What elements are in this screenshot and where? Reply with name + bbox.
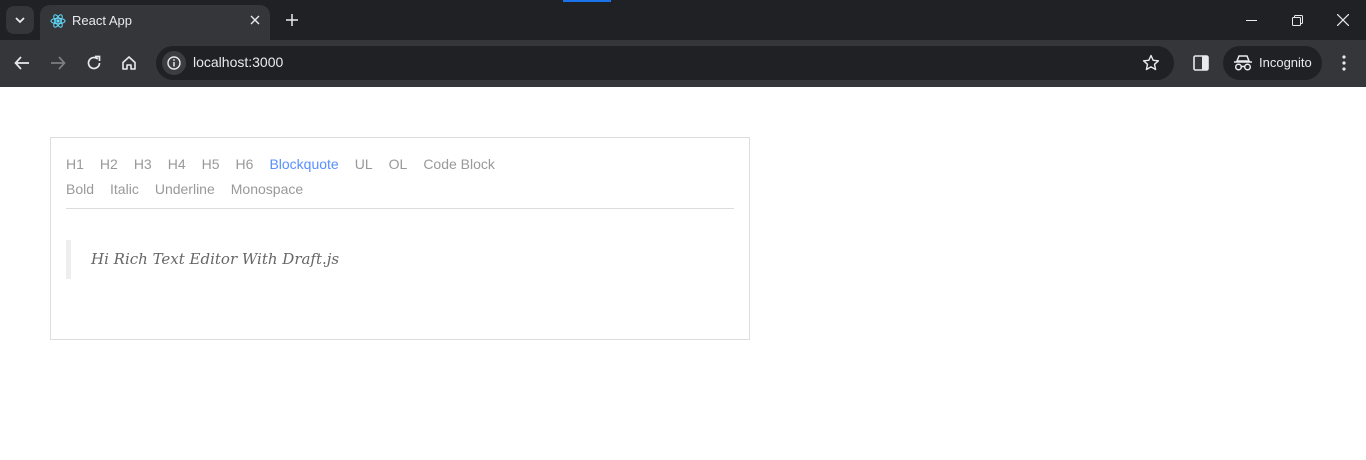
more-vert-icon	[1342, 55, 1346, 71]
reload-icon	[87, 55, 101, 70]
incognito-icon	[1234, 55, 1252, 71]
home-icon	[122, 56, 136, 70]
style-h1-button[interactable]: H1	[66, 156, 84, 172]
tab-search-button[interactable]	[6, 6, 34, 34]
minimize-button[interactable]	[1241, 10, 1261, 30]
react-favicon-icon	[50, 14, 66, 28]
browser-toolbar: localhost:3000 Incognito	[0, 40, 1366, 87]
style-blockquote-button[interactable]: Blockquote	[269, 156, 338, 172]
plus-icon	[286, 14, 298, 26]
style-code-block-button[interactable]: Code Block	[423, 156, 495, 172]
style-h5-button[interactable]: H5	[202, 156, 220, 172]
style-ol-button[interactable]: OL	[389, 156, 408, 172]
new-tab-button[interactable]	[281, 9, 303, 31]
rich-text-editor: H1 H2 H3 H4 H5 H6 Blockquote UL OL Code Block Bol…	[50, 137, 750, 340]
home-button[interactable]	[118, 52, 140, 74]
tab-strip: React App	[0, 0, 1366, 40]
editor-content-area[interactable]: Hi Rich Text Editor With Draft.js	[66, 240, 734, 279]
back-button[interactable]	[11, 52, 33, 74]
incognito-label: Incognito	[1259, 55, 1312, 70]
back-icon	[14, 56, 29, 70]
style-monospace-button[interactable]: Monospace	[231, 181, 303, 197]
forward-icon	[51, 56, 66, 70]
tab-title: React App	[72, 13, 132, 28]
browser-tab[interactable]: React App	[40, 5, 270, 40]
star-icon[interactable]	[1142, 54, 1160, 72]
inline-style-controls: Bold Italic Underline Monospace	[66, 181, 319, 197]
style-underline-button[interactable]: Underline	[155, 181, 215, 197]
style-h2-button[interactable]: H2	[100, 156, 118, 172]
block-style-controls: H1 H2 H3 H4 H5 H6 Blockquote UL OL Code Block	[66, 156, 511, 172]
controls-divider	[66, 208, 734, 209]
style-h6-button[interactable]: H6	[236, 156, 254, 172]
url-text: localhost:3000	[193, 54, 284, 70]
restore-icon	[1291, 14, 1303, 26]
blockquote-block[interactable]: Hi Rich Text Editor With Draft.js	[66, 240, 734, 279]
incognito-profile-button[interactable]: Incognito	[1223, 46, 1322, 80]
reload-button[interactable]	[83, 52, 105, 74]
site-info-icon	[167, 56, 181, 70]
tab-close-button[interactable]	[246, 11, 264, 29]
style-ul-button[interactable]: UL	[355, 156, 373, 172]
address-bar[interactable]: localhost:3000	[156, 46, 1174, 80]
style-h3-button[interactable]: H3	[134, 156, 152, 172]
close-icon	[250, 15, 260, 25]
forward-button[interactable]	[47, 52, 69, 74]
site-info-button[interactable]	[162, 51, 186, 75]
close-window-icon	[1337, 14, 1349, 26]
restore-button[interactable]	[1287, 10, 1307, 30]
tab-search-icon	[15, 17, 25, 24]
browser-menu-button[interactable]	[1335, 52, 1353, 74]
style-h4-button[interactable]: H4	[168, 156, 186, 172]
style-bold-button[interactable]: Bold	[66, 181, 94, 197]
style-italic-button[interactable]: Italic	[110, 181, 139, 197]
minimize-icon	[1245, 19, 1257, 21]
tab-strip-accent	[563, 0, 611, 2]
side-panel-icon[interactable]	[1191, 53, 1211, 73]
close-window-button[interactable]	[1333, 10, 1353, 30]
